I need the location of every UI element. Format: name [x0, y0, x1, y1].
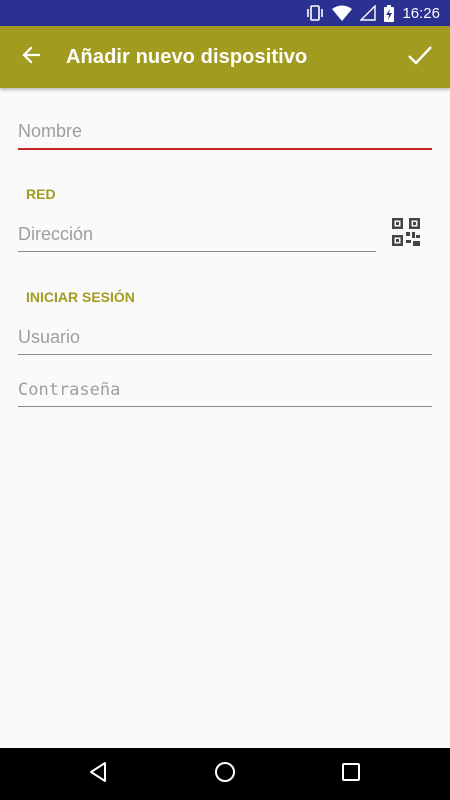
nav-home-button[interactable] [195, 748, 255, 800]
system-nav-bar [0, 748, 450, 800]
vibrate-icon [306, 5, 324, 21]
back-button[interactable] [14, 40, 48, 74]
name-field [18, 121, 432, 150]
password-underline [18, 406, 432, 407]
nav-recents-icon [341, 762, 361, 787]
name-input[interactable] [18, 121, 432, 148]
qr-code-icon [392, 217, 420, 251]
arrow-back-icon [21, 45, 41, 70]
address-input[interactable] [18, 224, 376, 251]
app-bar: Añadir nuevo dispositivo [0, 26, 450, 88]
check-icon [407, 44, 433, 71]
nav-back-button[interactable] [68, 748, 128, 800]
password-input[interactable] [18, 380, 432, 406]
address-underline [18, 251, 376, 252]
nav-recents-button[interactable] [321, 748, 381, 800]
nav-back-icon [88, 761, 108, 788]
status-icons: 16:26 [306, 0, 440, 26]
status-bar: 16:26 [0, 0, 450, 26]
status-time: 16:26 [402, 4, 440, 22]
battery-charging-icon [384, 4, 395, 22]
user-field [18, 327, 432, 355]
user-underline [18, 354, 432, 355]
nav-home-icon [214, 761, 236, 788]
page-title: Añadir nuevo dispositivo [66, 46, 308, 68]
save-button[interactable] [400, 38, 440, 76]
password-field [18, 380, 432, 407]
address-field [18, 224, 376, 252]
name-underline [18, 148, 432, 150]
scan-qr-button[interactable] [389, 217, 423, 251]
network-section-header: RED [26, 186, 56, 202]
wifi-icon [332, 5, 353, 21]
login-section-header: INICIAR SESIÓN [26, 289, 135, 305]
user-input[interactable] [18, 327, 432, 354]
cell-signal-icon [360, 5, 377, 21]
